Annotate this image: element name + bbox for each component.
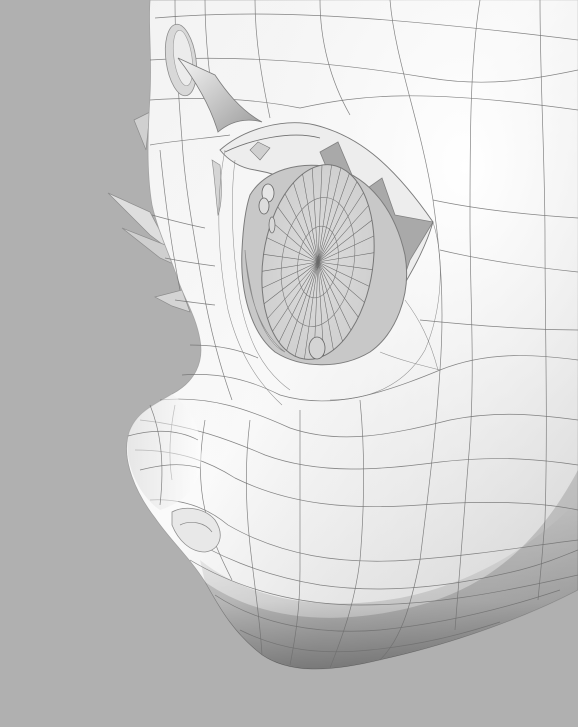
head-model-render [107, 0, 578, 670]
3d-viewport[interactable] [0, 0, 578, 727]
